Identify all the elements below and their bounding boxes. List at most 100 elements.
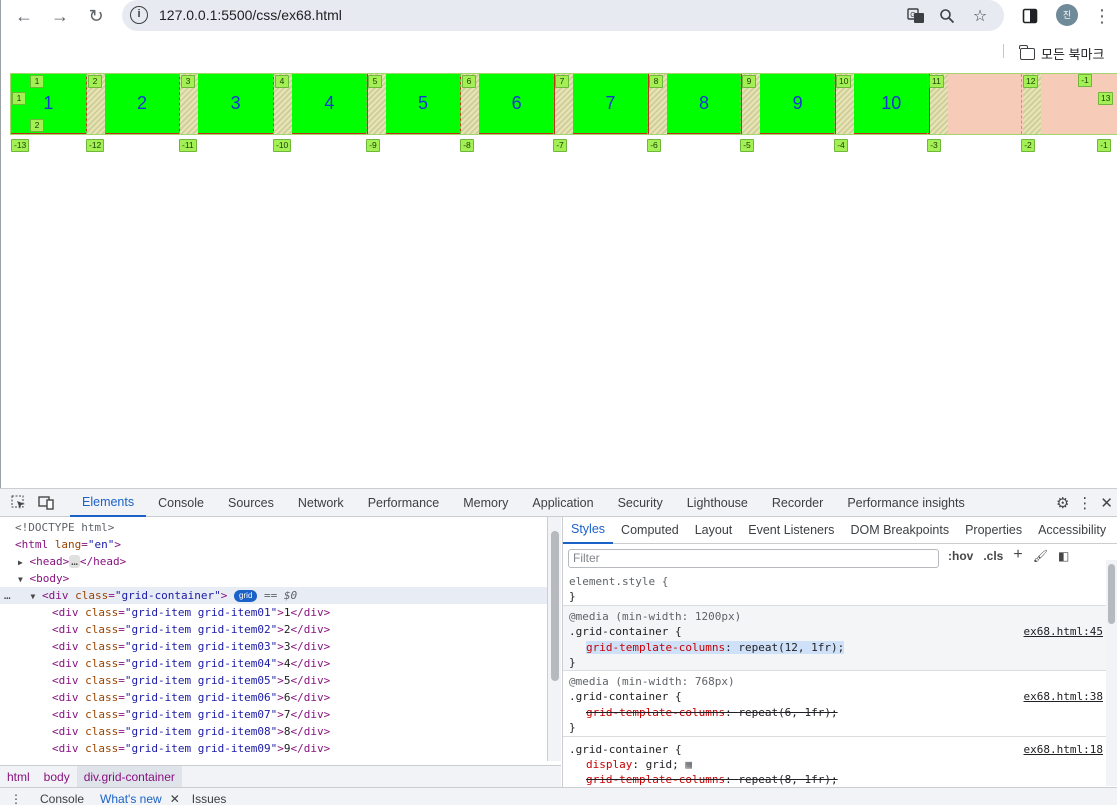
paint-format-icon[interactable]: 🖌: [1033, 549, 1048, 563]
devtools-tab-lighthouse[interactable]: Lighthouse: [675, 489, 760, 517]
dom-grid-item-line[interactable]: <div class="grid-item grid-item02">2</di…: [52, 621, 330, 638]
profile-avatar[interactable]: 진: [1056, 4, 1078, 26]
rule-3-display[interactable]: display: grid; ▦: [586, 757, 692, 772]
styles-filter-input[interactable]: Filter: [568, 548, 939, 568]
grid-line-number-top: 1: [30, 75, 44, 88]
devtools-tab-memory[interactable]: Memory: [451, 489, 520, 517]
breadcrumb-item[interactable]: body: [37, 766, 77, 788]
rule-2-declaration-overridden[interactable]: grid-template-columns: repeat(6, 1fr);: [586, 705, 838, 720]
reload-icon[interactable]: ↻: [83, 3, 109, 29]
styles-tab-styles[interactable]: Styles: [563, 517, 614, 544]
devtools-right-tools: ⚙ ⋮ ✕: [1056, 489, 1113, 517]
toggle-sidebar-icon[interactable]: ◧: [1058, 549, 1069, 563]
all-bookmarks-folder[interactable]: 모든 북마크: [1019, 44, 1105, 63]
devtools-tab-elements[interactable]: Elements: [70, 489, 147, 517]
dom-grid-item-line[interactable]: <div class="grid-item grid-item09">9</di…: [52, 740, 330, 757]
dom-grid-item-line[interactable]: <div class="grid-item grid-item06">6</di…: [52, 689, 330, 706]
breadcrumb-item[interactable]: html: [0, 766, 37, 788]
grid-line-number-bottom: -11: [179, 139, 197, 152]
bookmark-star-icon[interactable]: ☆: [969, 5, 991, 27]
grid-line-dash: [647, 74, 648, 134]
drawer-tab-what-s-new[interactable]: What's new: [92, 788, 170, 806]
styles-tab-layout[interactable]: Layout: [687, 517, 741, 544]
forward-icon[interactable]: →: [47, 3, 73, 29]
styles-subtabs: Styles Computed Layout Event Listeners DOM B…: [563, 517, 1117, 544]
grid-line-number-top: 13: [1098, 92, 1114, 105]
collapsed-ellipsis[interactable]: …: [69, 555, 80, 568]
translate-icon[interactable]: G: [905, 5, 927, 27]
grid-line-number-bottom: -12: [86, 139, 105, 152]
settings-gear-icon[interactable]: ⚙: [1056, 494, 1069, 512]
grid-editor-icon[interactable]: ▦: [685, 758, 692, 771]
hov-toggle[interactable]: :hov: [948, 549, 973, 563]
dom-grid-container-selected[interactable]: … ▼ <div class="grid-container"> grid ==…: [0, 587, 547, 604]
address-bar[interactable]: i 127.0.0.1:5500/css/ex68.html G ☆: [122, 0, 1004, 31]
devtools-tab-console[interactable]: Console: [146, 489, 216, 517]
dom-grid-item-line[interactable]: <div class="grid-item grid-item03">3</di…: [52, 638, 330, 655]
devtools-tab-recorder[interactable]: Recorder: [760, 489, 835, 517]
cls-toggle[interactable]: .cls: [983, 549, 1003, 563]
close-devtools-icon[interactable]: ✕: [1100, 494, 1113, 512]
grid-line-number-bottom: -4: [834, 139, 848, 152]
devtools-tab-performance-insights[interactable]: Performance insights: [835, 489, 976, 517]
menu-kebab-icon[interactable]: ⋮: [1089, 3, 1115, 29]
close-drawer-tab-icon[interactable]: ✕: [170, 788, 184, 806]
styles-tab-accessibility[interactable]: Accessibility: [1030, 517, 1114, 544]
grid-item-7: 7: [572, 74, 649, 134]
dom-doctype[interactable]: <!DOCTYPE html>: [15, 519, 114, 536]
rule-3-template-overridden[interactable]: grid-template-columns: repeat(8, 1fr);: [586, 772, 838, 787]
media-query-1200: @media (min-width: 1200px): [569, 610, 742, 623]
dom-head[interactable]: ▶ <head>… </head>: [18, 553, 126, 570]
drawer-tab-issues[interactable]: Issues: [184, 788, 235, 806]
devtools-tab-sources[interactable]: Sources: [216, 489, 286, 517]
new-rule-icon[interactable]: +: [1013, 547, 1022, 563]
device-toolbar-icon[interactable]: [32, 489, 60, 517]
rule-2-source-link[interactable]: ex68.html:38: [1024, 689, 1103, 704]
rule-3-source-link[interactable]: ex68.html:18: [1024, 742, 1103, 757]
zoom-icon[interactable]: [936, 5, 958, 27]
rule-1-source-link[interactable]: ex68.html:45: [1024, 624, 1103, 639]
devtools-menu-icon[interactable]: ⋮: [1077, 494, 1092, 512]
dom-grid-item-line[interactable]: <div class="grid-item grid-item07">7</di…: [52, 706, 330, 723]
breadcrumb: html body div.grid-container: [0, 765, 561, 788]
styles-tab-dom-breakpoints[interactable]: DOM Breakpoints: [842, 517, 957, 544]
grid-line-number-bottom: -5: [740, 139, 754, 152]
rule-1-declaration[interactable]: grid-template-columns: repeat(12, 1fr);: [586, 640, 845, 655]
grid-badge[interactable]: grid: [234, 590, 258, 602]
grid-line-number-top: 12: [1023, 75, 1039, 88]
rule-element-style: element.style { }: [563, 572, 1107, 606]
element-style-selector[interactable]: element.style {: [569, 574, 668, 589]
dom-grid-item-line[interactable]: <div class="grid-item grid-item08">8</di…: [52, 723, 330, 740]
grid-line-dash: [86, 74, 87, 134]
site-info-icon[interactable]: i: [130, 6, 148, 24]
styles-tab-computed[interactable]: Computed: [613, 517, 687, 544]
dom-body[interactable]: ▼ <body>: [18, 570, 69, 587]
styles-tab-event-listeners[interactable]: Event Listeners: [740, 517, 842, 544]
all-bookmarks-label: 모든 북마크: [1041, 47, 1105, 62]
drawer-menu-icon[interactable]: ⋮: [0, 788, 32, 806]
grid-item-3: 3: [198, 74, 274, 134]
grid-line-number-bottom: -13: [11, 139, 30, 152]
devtools-tab-network[interactable]: Network: [286, 489, 356, 517]
styles-tab-properties[interactable]: Properties: [957, 517, 1030, 544]
elements-scrollbar[interactable]: [547, 517, 561, 761]
rule-3-selector[interactable]: .grid-container {ex68.html:18: [569, 742, 1103, 757]
breadcrumb-item[interactable]: div.grid-container: [76, 765, 182, 788]
drawer-tab-console[interactable]: Console: [32, 788, 92, 806]
dom-grid-item-line[interactable]: <div class="grid-item grid-item05">5</di…: [52, 672, 330, 689]
inspect-element-icon[interactable]: [4, 489, 32, 517]
rule-media-768: @media (min-width: 768px) .grid-containe…: [563, 671, 1107, 737]
dom-html[interactable]: <html lang="en">: [15, 536, 121, 553]
grid-line-number-top: 5: [368, 75, 382, 88]
rule-1-selector[interactable]: .grid-container {ex68.html:45: [569, 624, 1103, 639]
devtools-tab-performance[interactable]: Performance: [356, 489, 452, 517]
back-icon[interactable]: ←: [11, 3, 37, 29]
dom-grid-item-line[interactable]: <div class="grid-item grid-item04">4</di…: [52, 655, 330, 672]
styles-scrollbar[interactable]: [1106, 560, 1117, 786]
dom-grid-item-line[interactable]: <div class="grid-item grid-item01">1</di…: [52, 604, 330, 621]
css-rules: element.style { } @media (min-width: 120…: [563, 572, 1107, 787]
devtools-tab-application[interactable]: Application: [520, 489, 605, 517]
devtools-tab-security[interactable]: Security: [606, 489, 675, 517]
rule-2-selector[interactable]: .grid-container {ex68.html:38: [569, 689, 1103, 704]
side-panel-icon[interactable]: [1017, 3, 1043, 29]
